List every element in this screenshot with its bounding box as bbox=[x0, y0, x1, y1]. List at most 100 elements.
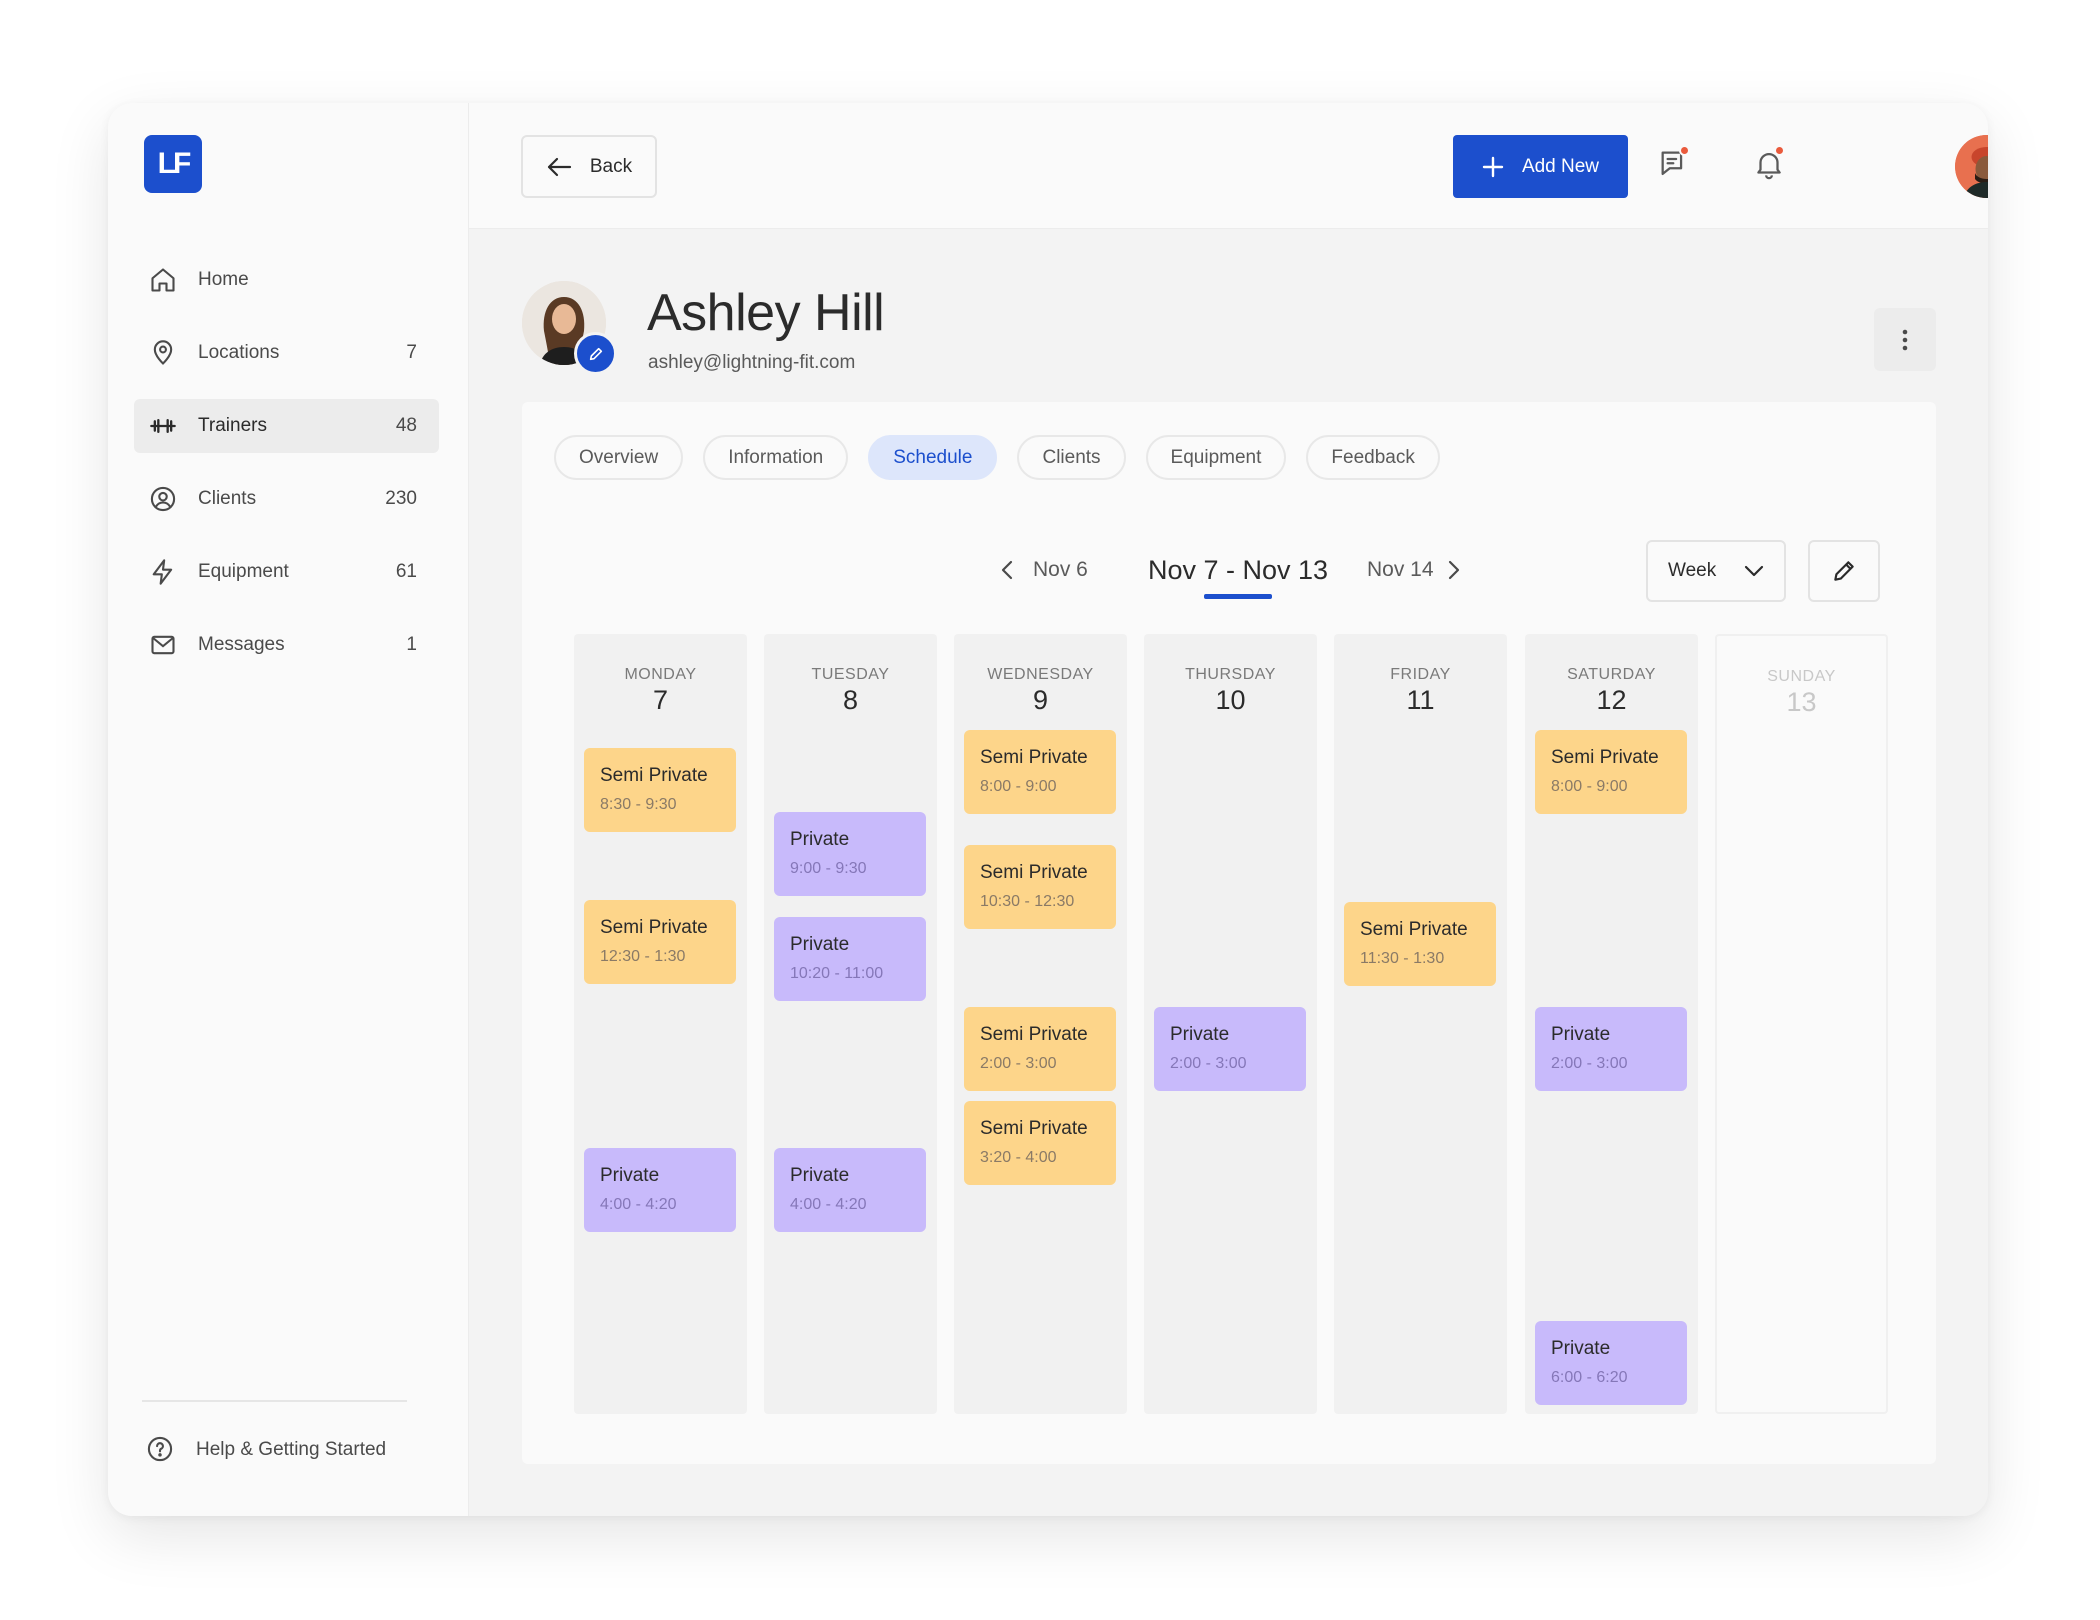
day-name: TUESDAY bbox=[811, 666, 890, 683]
pencil-icon bbox=[1834, 561, 1854, 581]
sidebar-item-clients[interactable]: Clients 230 bbox=[134, 472, 439, 526]
tab-clients[interactable]: Clients bbox=[1017, 435, 1126, 480]
day-column-wednesday[interactable]: WEDNESDAY 9 Semi Private 8:00 - 9:00 Semi Pr… bbox=[954, 634, 1127, 1414]
active-week-underline bbox=[1204, 594, 1272, 599]
tab-feedback[interactable]: Feedback bbox=[1306, 435, 1440, 480]
chevron-left-icon bbox=[1001, 560, 1013, 580]
sidebar-item-equipment[interactable]: Equipment 61 bbox=[134, 545, 439, 599]
schedule-event[interactable]: Private 4:00 - 4:20 bbox=[584, 1148, 736, 1232]
edit-schedule-button[interactable] bbox=[1808, 540, 1880, 602]
tab-information[interactable]: Information bbox=[703, 435, 849, 480]
sidebar-item-trainers[interactable]: Trainers 48 bbox=[134, 399, 439, 453]
schedule-event[interactable]: Semi Private 8:30 - 9:30 bbox=[584, 748, 736, 832]
day-column-monday[interactable]: MONDAY 7 Semi Private 8:30 - 9:30 Semi Priva… bbox=[574, 634, 747, 1414]
prev-week-button[interactable]: Nov 6 bbox=[1001, 550, 1088, 590]
event-time: 9:00 - 9:30 bbox=[790, 860, 867, 877]
schedule-event[interactable]: Semi Private 2:00 - 3:00 bbox=[964, 1007, 1116, 1091]
event-title: Semi Private bbox=[980, 1118, 1088, 1139]
event-title: Semi Private bbox=[600, 917, 708, 938]
schedule-event[interactable]: Private 2:00 - 3:00 bbox=[1535, 1007, 1687, 1091]
sidebar-item-label: Equipment bbox=[198, 561, 289, 582]
schedule-event[interactable]: Semi Private 8:00 - 9:00 bbox=[1535, 730, 1687, 814]
day-column-tuesday[interactable]: TUESDAY 8 Private 9:00 - 9:30 Private 10:20 -… bbox=[764, 634, 937, 1414]
day-name: MONDAY bbox=[624, 666, 697, 683]
day-column-thursday[interactable]: THURSDAY 10 Private 2:00 - 3:00 bbox=[1144, 634, 1317, 1414]
event-title: Semi Private bbox=[600, 765, 708, 786]
kebab-icon bbox=[1902, 329, 1908, 350]
view-select-value: Week bbox=[1668, 560, 1717, 581]
event-title: Semi Private bbox=[1551, 747, 1659, 768]
chat-button[interactable] bbox=[1657, 145, 1697, 187]
home-icon bbox=[148, 265, 178, 295]
day-column-friday[interactable]: FRIDAY 11 Semi Private 11:30 - 1:30 bbox=[1334, 634, 1507, 1414]
schedule-event[interactable]: Private 4:00 - 4:20 bbox=[774, 1148, 926, 1232]
event-title: Private bbox=[1170, 1024, 1230, 1045]
schedule-event[interactable]: Private 9:00 - 9:30 bbox=[774, 812, 926, 896]
next-week-label: Nov 14 bbox=[1367, 558, 1434, 581]
day-name: FRIDAY bbox=[1390, 666, 1451, 683]
help-link[interactable]: Help & Getting Started bbox=[146, 1435, 386, 1465]
sidebar-item-count: 230 bbox=[385, 488, 417, 509]
chevron-down-icon bbox=[1744, 565, 1764, 577]
schedule-event[interactable]: Semi Private 10:30 - 12:30 bbox=[964, 845, 1116, 929]
event-time: 2:00 - 3:00 bbox=[1551, 1055, 1628, 1072]
sidebar-item-messages[interactable]: Messages 1 bbox=[134, 618, 439, 672]
event-time: 2:00 - 3:00 bbox=[980, 1055, 1057, 1072]
event-time: 3:20 - 4:00 bbox=[980, 1149, 1057, 1166]
schedule-event[interactable]: Semi Private 8:00 - 9:00 bbox=[964, 730, 1116, 814]
schedule-event[interactable]: Private 6:00 - 6:20 bbox=[1535, 1321, 1687, 1405]
arrow-left-icon bbox=[547, 157, 571, 176]
back-button[interactable]: Back bbox=[521, 135, 657, 198]
day-number: 10 bbox=[1215, 685, 1246, 715]
event-time: 12:30 - 1:30 bbox=[600, 948, 686, 965]
event-title: Private bbox=[600, 1165, 660, 1186]
event-time: 10:30 - 12:30 bbox=[980, 893, 1075, 910]
sidebar-item-home[interactable]: Home bbox=[134, 253, 439, 307]
event-time: 8:00 - 9:00 bbox=[1551, 778, 1628, 795]
tab-schedule[interactable]: Schedule bbox=[868, 435, 998, 480]
event-time: 8:00 - 9:00 bbox=[980, 778, 1057, 795]
event-time: 10:20 - 11:00 bbox=[790, 965, 884, 982]
view-select[interactable]: Week bbox=[1646, 540, 1786, 602]
day-column-sunday[interactable]: SUNDAY 13 bbox=[1715, 634, 1888, 1414]
app-logo[interactable]: LF bbox=[144, 135, 202, 193]
prev-week-label: Nov 6 bbox=[1033, 558, 1088, 581]
more-options-button[interactable] bbox=[1874, 308, 1936, 371]
sidebar: LF Home Locations 7 Trainers 48 Clients … bbox=[108, 103, 469, 1516]
day-name: THURSDAY bbox=[1185, 666, 1276, 683]
event-time: 4:00 - 4:20 bbox=[600, 1196, 677, 1213]
sidebar-item-label: Locations bbox=[198, 342, 280, 363]
schedule-event[interactable]: Private 2:00 - 3:00 bbox=[1154, 1007, 1306, 1091]
user-avatar[interactable] bbox=[1955, 135, 1988, 198]
sidebar-item-label: Messages bbox=[198, 634, 285, 655]
day-name: SATURDAY bbox=[1567, 666, 1656, 683]
event-title: Private bbox=[790, 934, 850, 955]
profile-email: ashley@lightning-fit.com bbox=[648, 352, 856, 373]
schedule-event[interactable]: Semi Private 12:30 - 1:30 bbox=[584, 900, 736, 984]
back-label: Back bbox=[589, 155, 633, 177]
schedule-event[interactable]: Semi Private 11:30 - 1:30 bbox=[1344, 902, 1496, 986]
chevron-right-icon bbox=[1448, 560, 1459, 580]
schedule-event[interactable]: Private 10:20 - 11:00 bbox=[774, 917, 926, 1001]
day-number: 12 bbox=[1596, 685, 1627, 715]
sidebar-item-locations[interactable]: Locations 7 bbox=[134, 326, 439, 380]
tab-equipment[interactable]: Equipment bbox=[1145, 435, 1287, 480]
sidebar-item-count: 61 bbox=[395, 561, 417, 582]
bell-notification-dot bbox=[1774, 145, 1785, 156]
next-week-button[interactable]: Nov 14 bbox=[1367, 550, 1460, 590]
sidebar-item-label: Trainers bbox=[198, 415, 267, 436]
event-title: Private bbox=[790, 829, 850, 850]
mail-icon bbox=[148, 630, 178, 660]
day-column-saturday[interactable]: SATURDAY 12 Semi Private 8:00 - 9:00 Private… bbox=[1525, 634, 1698, 1414]
add-new-button[interactable]: Add New bbox=[1453, 135, 1628, 198]
event-title: Semi Private bbox=[980, 747, 1088, 768]
schedule-event[interactable]: Semi Private 3:20 - 4:00 bbox=[964, 1101, 1116, 1185]
profile-card: Overview Information Schedule Clients Eq… bbox=[522, 402, 1936, 1464]
notifications-button[interactable] bbox=[1752, 145, 1792, 187]
day-number: 8 bbox=[842, 685, 859, 715]
sidebar-item-count: 1 bbox=[406, 634, 417, 655]
edit-avatar-button[interactable] bbox=[574, 332, 617, 375]
tab-overview[interactable]: Overview bbox=[554, 435, 684, 480]
event-title: Semi Private bbox=[1360, 919, 1468, 940]
event-title: Private bbox=[790, 1165, 850, 1186]
